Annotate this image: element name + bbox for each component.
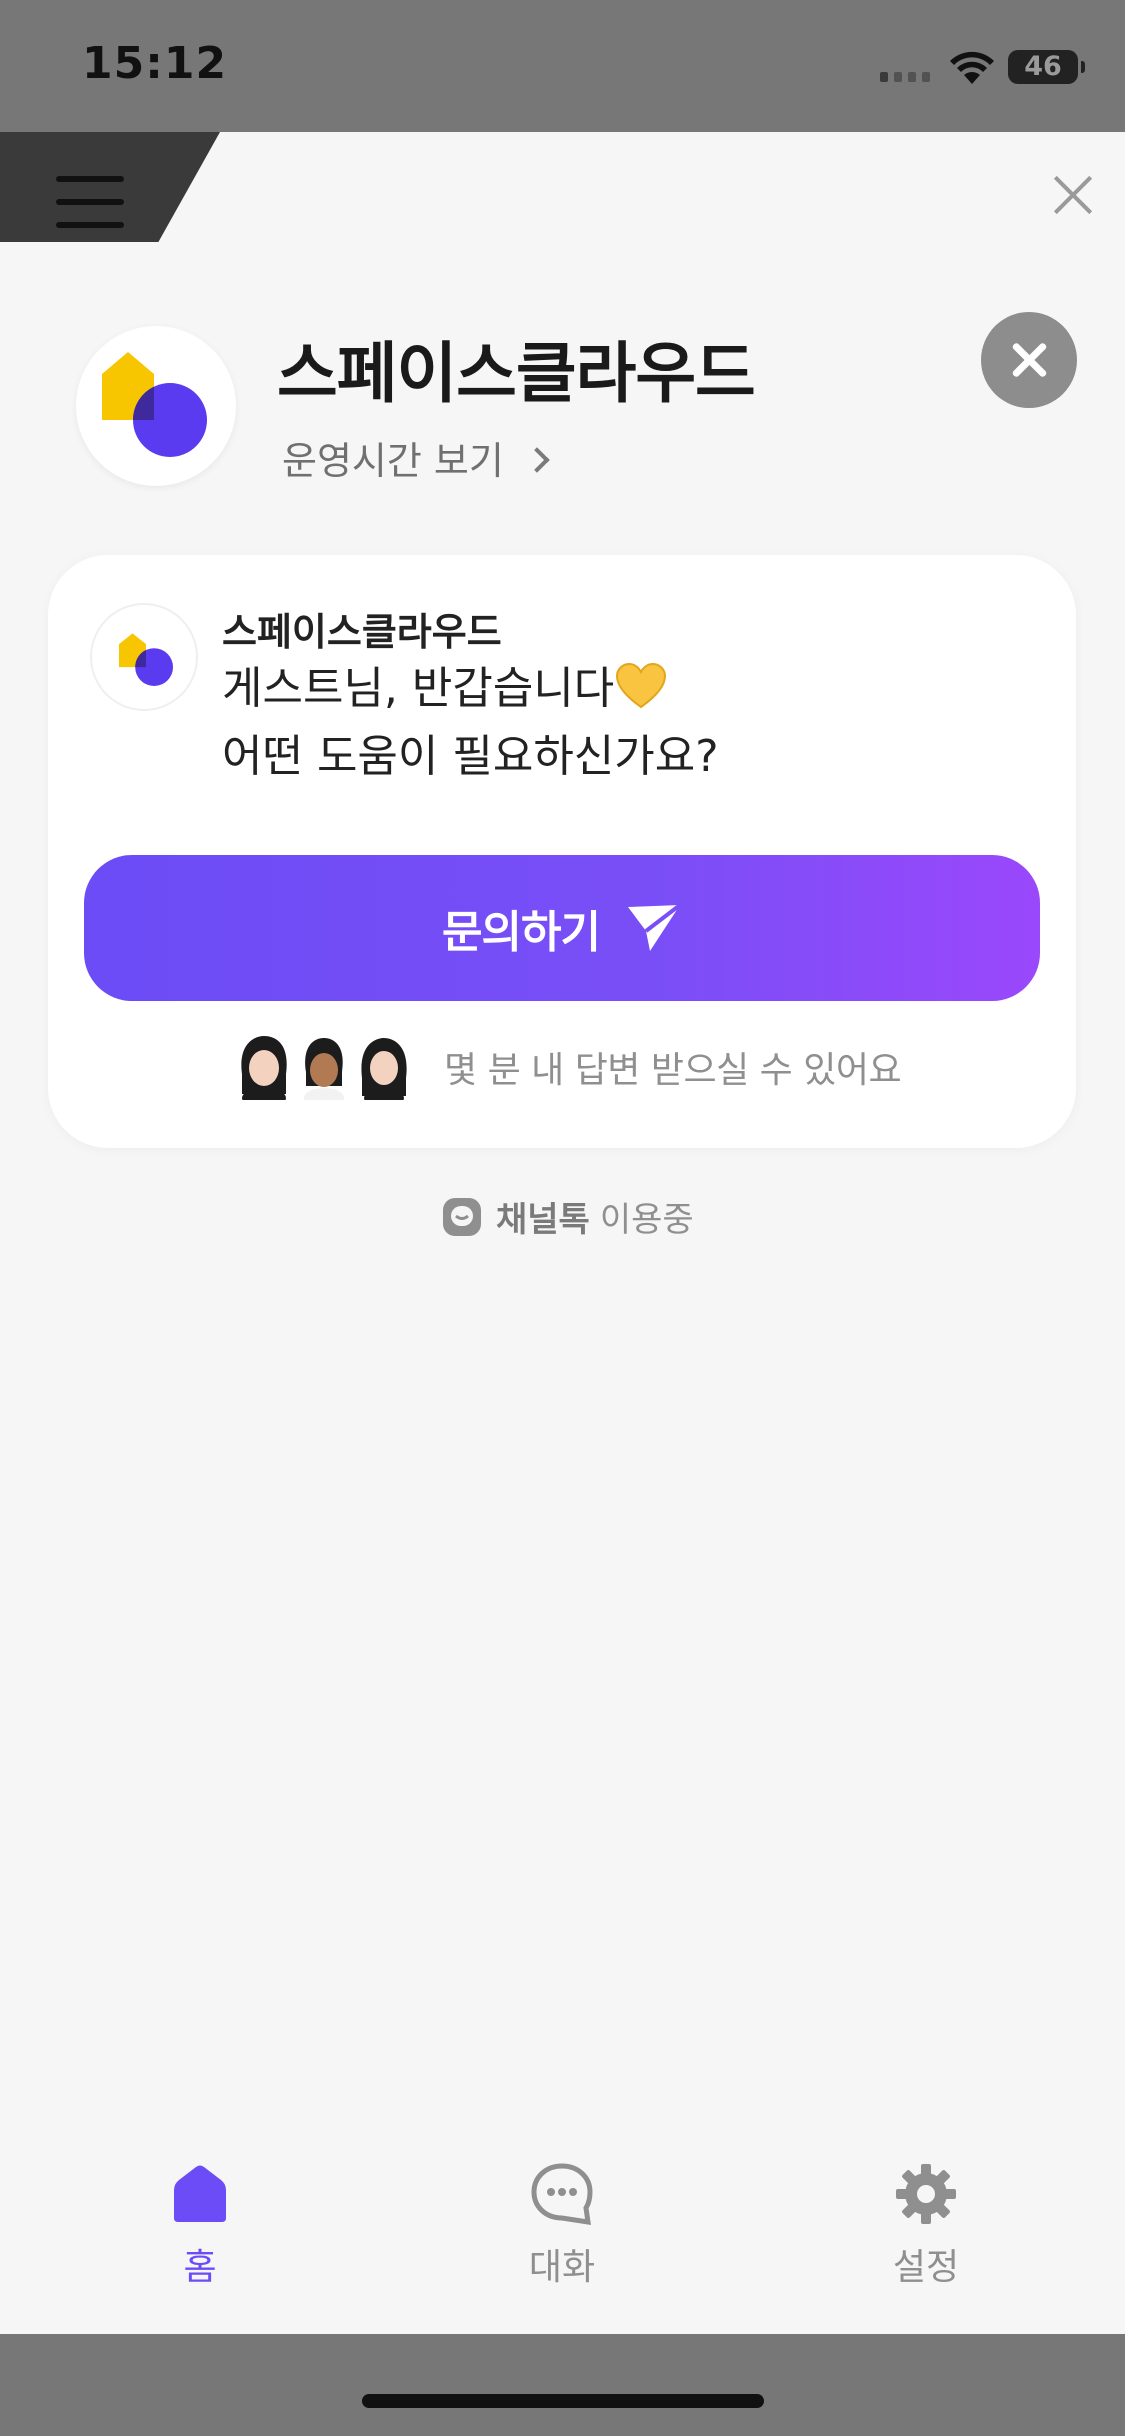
sender-name: 스페이스클라우드 (222, 610, 502, 654)
team-member-avatar-icon (304, 1038, 344, 1100)
page-title: 스페이스클라우드 (277, 335, 756, 412)
status-bar: 15:12 46 (0, 0, 1125, 132)
sender-avatar (90, 603, 198, 711)
channeltalk-suffix: 이용중 (599, 1200, 694, 1240)
nav-home[interactable]: 홈 (100, 2162, 300, 2290)
nav-home-label: 홈 (183, 2247, 217, 2288)
home-indicator-area (0, 2334, 1125, 2436)
welcome-card: 스페이스클라우드 게스트님, 반갑습니다 어떤 도움이 필요하신가요? 문의하기 (48, 555, 1076, 1148)
chat-bubble-icon (531, 2163, 593, 2225)
team-member-avatar-icon (241, 1036, 287, 1100)
reply-time-text: 몇 분 내 답변 받으실 수 있어요 (444, 1050, 902, 1091)
channeltalk-logo-icon (443, 1197, 481, 1236)
nav-settings[interactable]: 설정 (826, 2162, 1026, 2290)
yellow-heart-icon (616, 663, 667, 709)
nav-settings-label: 설정 (892, 2247, 960, 2288)
send-icon (627, 903, 682, 951)
nav-chat-label: 대화 (528, 2247, 596, 2288)
inquiry-button-label: 문의하기 (442, 907, 601, 958)
inquiry-button[interactable]: 문의하기 (84, 855, 1040, 1001)
powered-by-channeltalk[interactable]: 채널톡 이용중 (442, 1192, 694, 1241)
business-hours-link[interactable]: 운영시간 보기 (282, 430, 550, 485)
close-icon[interactable] (1050, 172, 1096, 218)
chevron-right-icon (524, 446, 550, 473)
spacecloud-logo-icon (119, 633, 173, 686)
messenger-home: 스페이스클라우드 운영시간 보기 스페이스클라우드 게스트님, 반갑습니다 어떤… (0, 242, 1125, 2334)
team-member-avatar-icon (361, 1038, 407, 1100)
brand-logo (76, 326, 236, 486)
bottom-nav: 홈 대화 설정 (0, 2162, 1125, 2332)
status-time: 15:12 (82, 38, 228, 89)
business-hours-label: 운영시간 보기 (282, 439, 504, 483)
greeting-line-1: 게스트님, 반갑습니다 (222, 663, 615, 714)
cellular-signal-icon (880, 66, 934, 82)
webview-toolbar (0, 132, 1125, 242)
hamburger-menu-icon[interactable] (56, 176, 124, 230)
channeltalk-brand: 채널톡 (496, 1200, 590, 1240)
gear-icon (896, 2164, 956, 2224)
dismiss-button[interactable] (981, 312, 1077, 408)
home-icon (174, 2165, 226, 2222)
nav-chat[interactable]: 대화 (462, 2162, 662, 2290)
spacecloud-logo-icon (102, 352, 207, 457)
team-avatars (234, 1034, 414, 1100)
reply-time-row: 몇 분 내 답변 받으실 수 있어요 (234, 1027, 902, 1107)
wifi-icon (950, 51, 994, 84)
battery-indicator: 46 (1008, 50, 1085, 84)
welcome-message: 게스트님, 반갑습니다 어떤 도움이 필요하신가요? (222, 655, 719, 791)
greeting-line-2: 어떤 도움이 필요하신가요? (222, 731, 719, 782)
home-indicator[interactable] (362, 2394, 764, 2408)
